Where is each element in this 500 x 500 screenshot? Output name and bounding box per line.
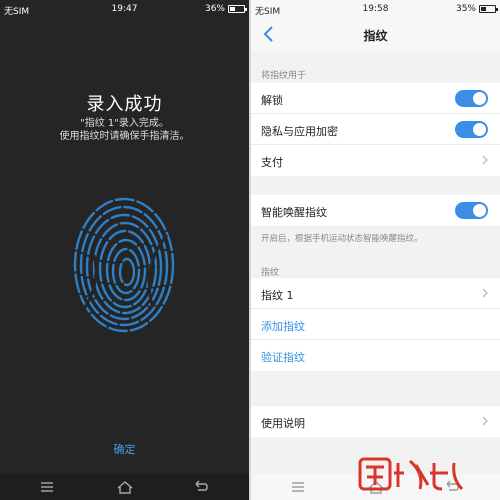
page-title: 录入成功 xyxy=(86,94,163,115)
section-header-use-for: 将指纹用于 xyxy=(261,71,307,81)
privacy-encryption-toggle[interactable] xyxy=(455,121,488,138)
title-bar: 指纹 xyxy=(251,18,500,51)
section-header-fingerprints: 指纹 xyxy=(261,268,280,278)
unlock-toggle[interactable] xyxy=(455,90,488,107)
fingerprint-1-label: 指纹 1 xyxy=(261,289,294,302)
verify-fingerprint-button[interactable]: 验证指纹 xyxy=(261,349,305,365)
add-fingerprint-row[interactable]: 添加指纹 xyxy=(251,309,500,340)
fingerprint-1-row[interactable]: 指纹 1 xyxy=(251,278,500,309)
smart-wake-row[interactable]: 智能唤醒指纹 xyxy=(251,195,500,226)
privacy-encryption-row[interactable]: 隐私与应用加密 xyxy=(251,114,500,145)
fingerprints-group: 指纹 1 添加指纹 验证指纹 xyxy=(251,278,500,371)
back-icon[interactable] xyxy=(194,480,208,494)
battery-percent: 36% xyxy=(204,4,225,14)
chevron-right-icon xyxy=(482,288,488,298)
watermark-logo xyxy=(358,457,464,491)
menu-icon[interactable] xyxy=(40,480,54,494)
navigation-bar xyxy=(0,474,249,500)
enrollment-success-screen: 无SIM 19:47 36% 录入成功 "指纹 1"录入完成。 使用指纹时请确保… xyxy=(0,0,249,500)
page-title: 指纹 xyxy=(363,29,388,43)
chevron-right-icon xyxy=(482,416,488,426)
smart-wake-group: 智能唤醒指纹 xyxy=(251,195,500,226)
smart-wake-toggle[interactable] xyxy=(455,202,488,219)
verify-fingerprint-row[interactable]: 验证指纹 xyxy=(251,340,500,371)
payment-label: 支付 xyxy=(261,156,283,169)
fingerprint-settings-screen: 无SIM 19:58 35% 指纹 将指纹用于 解锁 隐私与应用加密 支付 智能… xyxy=(251,0,500,500)
chevron-right-icon xyxy=(482,155,488,165)
battery-icon xyxy=(479,5,498,13)
unlock-label: 解锁 xyxy=(261,94,283,107)
fingerprint-icon xyxy=(73,197,175,333)
confirm-button[interactable]: 确定 xyxy=(0,441,249,457)
unlock-row[interactable]: 解锁 xyxy=(251,83,500,114)
instructions-label: 使用说明 xyxy=(261,417,305,430)
cleanliness-hint: 使用指纹时请确保手指清洁。 xyxy=(59,131,190,142)
smart-wake-hint: 开启后，根据手机运动状态智能唤醒指纹。 xyxy=(261,234,423,244)
status-bar: 无SIM 19:47 36% xyxy=(0,0,249,18)
battery-icon xyxy=(228,5,247,13)
smart-wake-label: 智能唤醒指纹 xyxy=(261,206,327,219)
instructions-row[interactable]: 使用说明 xyxy=(251,406,500,437)
use-for-group: 解锁 隐私与应用加密 支付 xyxy=(251,83,500,176)
help-group: 使用说明 xyxy=(251,406,500,437)
menu-icon[interactable] xyxy=(291,480,305,494)
battery-percent: 35% xyxy=(455,4,476,14)
home-icon[interactable] xyxy=(117,480,133,494)
add-fingerprint-button[interactable]: 添加指纹 xyxy=(261,318,305,334)
privacy-encryption-label: 隐私与应用加密 xyxy=(261,125,338,138)
status-bar: 无SIM 19:58 35% xyxy=(251,0,500,18)
payment-row[interactable]: 支付 xyxy=(251,145,500,176)
